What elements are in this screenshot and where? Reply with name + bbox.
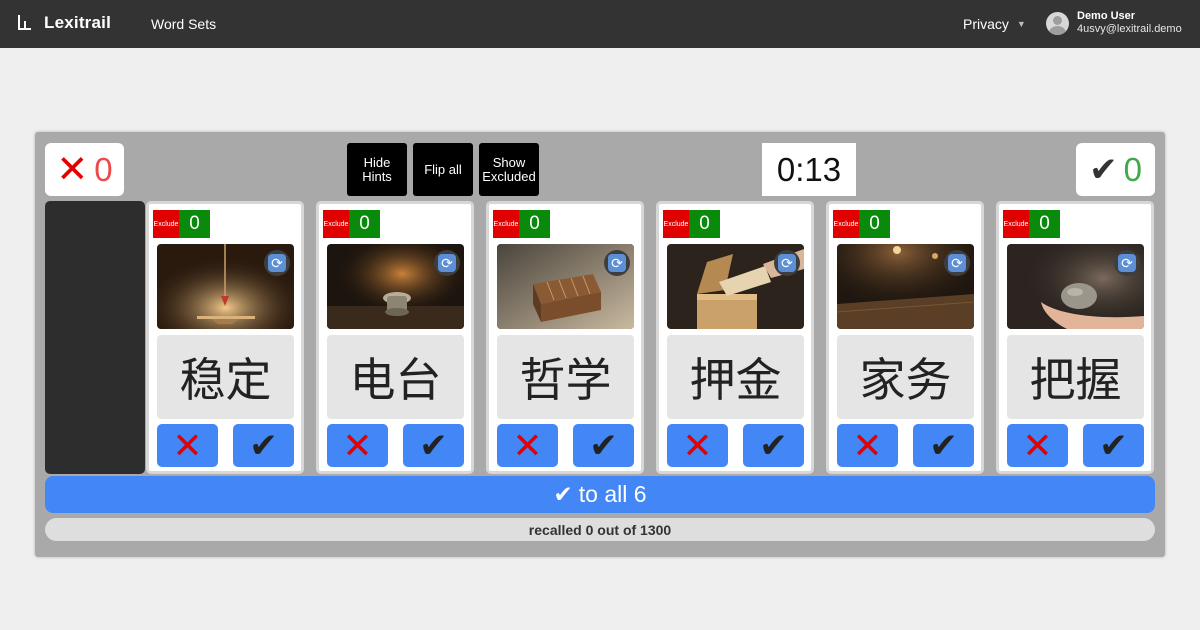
word-card: Exclude 0 ⟳ 稳定 ✕ ✔ (146, 201, 304, 474)
show-excluded-button[interactable]: Show Excluded (479, 143, 539, 196)
correct-to-all-button[interactable]: ✔ to all 6 (45, 476, 1155, 513)
exclude-button[interactable]: Exclude (153, 210, 179, 238)
checkmark-icon: ✔ (553, 481, 573, 507)
word-card: Exclude 0 ⟳ 押金 ✕ ✔ (656, 201, 814, 474)
game-panel: ✕ 0 Hide Hints Flip all Show Excluded 0:… (35, 132, 1165, 557)
checkmark-icon: ✔ (589, 426, 618, 465)
cross-icon: ✕ (172, 424, 203, 466)
word-text[interactable]: 押金 (667, 335, 804, 419)
checkmark-icon: ✔ (419, 426, 448, 465)
refresh-image-button[interactable]: ⟳ (774, 250, 800, 276)
word-text[interactable]: 哲学 (497, 335, 634, 419)
user-email: 4usvy@lexitrail.demo (1077, 23, 1182, 35)
refresh-image-button[interactable]: ⟳ (264, 250, 290, 276)
mark-wrong-button[interactable]: ✕ (157, 424, 218, 467)
right-count: 0 (1123, 150, 1142, 188)
mark-correct-button[interactable]: ✔ (573, 424, 634, 467)
cross-icon: ✕ (342, 424, 373, 466)
right-score-box: ✔ 0 (1076, 143, 1155, 196)
exclude-button[interactable]: Exclude (1003, 210, 1029, 238)
checkmark-icon: ✔ (249, 426, 278, 465)
refresh-image-button[interactable]: ⟳ (604, 250, 630, 276)
mark-correct-button[interactable]: ✔ (403, 424, 464, 467)
avatar-icon (1046, 11, 1069, 35)
refresh-icon: ⟳ (268, 254, 286, 272)
refresh-icon: ⟳ (948, 254, 966, 272)
mark-correct-button[interactable]: ✔ (1083, 424, 1144, 467)
refresh-image-button[interactable]: ⟳ (434, 250, 460, 276)
radio-knob-image: ⟳ (327, 244, 464, 329)
chevron-down-icon: ▼ (1016, 19, 1026, 29)
checkmark-icon: ✔ (1099, 426, 1128, 465)
card-correct-count: 0 (519, 210, 550, 238)
wrong-score-box: ✕ 0 (45, 143, 124, 196)
word-text[interactable]: 电台 (327, 335, 464, 419)
refresh-icon: ⟳ (438, 254, 456, 272)
mark-wrong-button[interactable]: ✕ (667, 424, 728, 467)
word-text[interactable]: 把握 (1007, 335, 1144, 419)
brand-name: Lexitrail (44, 13, 111, 32)
card-correct-count: 0 (349, 210, 380, 238)
nav-link-word-sets[interactable]: Word Sets (151, 16, 216, 32)
refresh-icon: ⟳ (778, 254, 796, 272)
top-navbar: Lexitrail Word Sets Privacy ▼ Demo User … (0, 0, 1200, 48)
wooden-table-image: ⟳ (837, 244, 974, 329)
balance-scale-image: ⟳ (157, 244, 294, 329)
refresh-icon: ⟳ (608, 254, 626, 272)
refresh-image-button[interactable]: ⟳ (1114, 250, 1140, 276)
mark-correct-button[interactable]: ✔ (913, 424, 974, 467)
cross-icon: ✕ (682, 424, 713, 466)
refresh-icon: ⟳ (1118, 254, 1136, 272)
mark-correct-button[interactable]: ✔ (743, 424, 804, 467)
word-text[interactable]: 家务 (837, 335, 974, 419)
lexitrail-logo-icon (16, 13, 32, 33)
checkmark-icon: ✔ (929, 426, 958, 465)
cross-icon: ✕ (56, 149, 89, 191)
card-correct-count: 0 (859, 210, 890, 238)
mark-wrong-button[interactable]: ✕ (837, 424, 898, 467)
cross-icon: ✕ (1022, 424, 1053, 466)
mark-wrong-button[interactable]: ✕ (497, 424, 558, 467)
brand-link[interactable]: Lexitrail (16, 13, 111, 33)
exclude-button[interactable]: Exclude (663, 210, 689, 238)
user-name: Demo User (1077, 10, 1136, 22)
progress-text: recalled 0 out of 1300 (528, 521, 672, 538)
recall-progress-bar: recalled 0 out of 1300 (45, 518, 1155, 541)
wooden-box-envelope-image: ⟳ (667, 244, 804, 329)
checkmark-icon: ✔ (759, 426, 788, 465)
card-correct-count: 0 (1029, 210, 1060, 238)
word-card: Exclude 0 ⟳ 把握 ✕ ✔ (996, 201, 1154, 474)
flip-all-button[interactable]: Flip all (413, 143, 473, 196)
privacy-label: Privacy (963, 16, 1009, 32)
exclude-button[interactable]: Exclude (493, 210, 519, 238)
checkmark-icon: ✔ (1089, 150, 1118, 189)
privacy-dropdown[interactable]: Privacy ▼ (963, 16, 1026, 32)
hide-hints-button[interactable]: Hide Hints (347, 143, 407, 196)
word-card: Exclude 0 ⟳ 家务 ✕ ✔ (826, 201, 984, 474)
mark-wrong-button[interactable]: ✕ (327, 424, 388, 467)
cross-icon: ✕ (512, 424, 543, 466)
mark-correct-button[interactable]: ✔ (233, 424, 294, 467)
completed-stack (45, 201, 145, 474)
user-menu[interactable]: Demo User 4usvy@lexitrail.demo (1046, 10, 1182, 36)
card-correct-count: 0 (689, 210, 720, 238)
bread-loaf-image: ⟳ (497, 244, 634, 329)
refresh-image-button[interactable]: ⟳ (944, 250, 970, 276)
hand-holding-stone-image: ⟳ (1007, 244, 1144, 329)
correct-to-all-label: to all 6 (578, 481, 647, 507)
word-text[interactable]: 稳定 (157, 335, 294, 419)
wrong-count: 0 (94, 150, 113, 188)
timer: 0:13 (762, 143, 856, 196)
mark-wrong-button[interactable]: ✕ (1007, 424, 1068, 467)
cross-icon: ✕ (852, 424, 883, 466)
word-card: Exclude 0 ⟳ 哲学 ✕ ✔ (486, 201, 644, 474)
word-card: Exclude 0 ⟳ 电台 ✕ ✔ (316, 201, 474, 474)
exclude-button[interactable]: Exclude (323, 210, 349, 238)
exclude-button[interactable]: Exclude (833, 210, 859, 238)
card-correct-count: 0 (179, 210, 210, 238)
